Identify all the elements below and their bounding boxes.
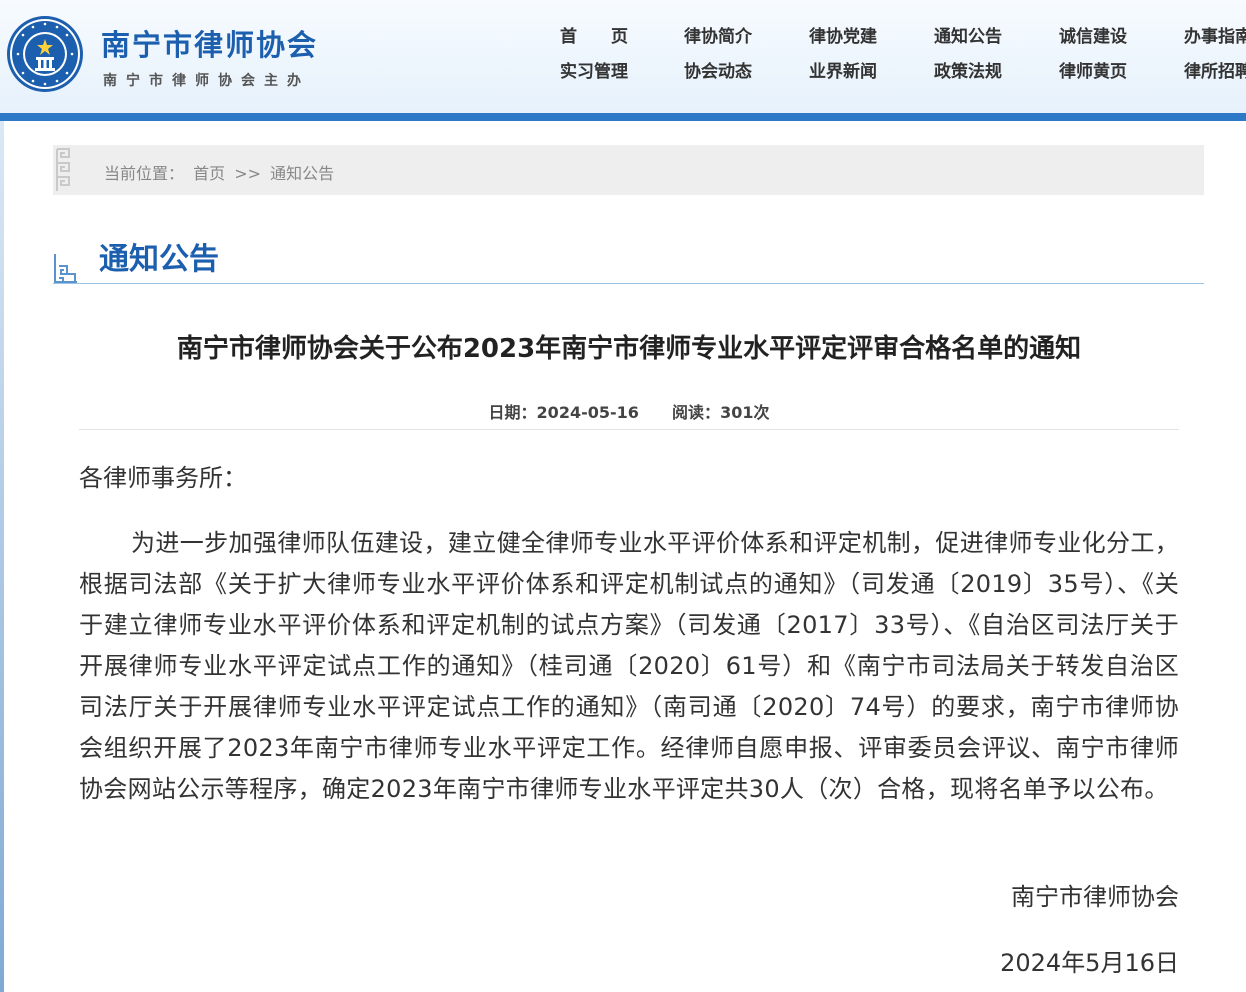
article-signature: 南宁市律师协会 xyxy=(1011,883,1179,911)
nav-internship[interactable]: 实习管理 xyxy=(560,57,628,82)
date-label: 日期： xyxy=(488,403,537,422)
nav-lawyer-directory[interactable]: 律师黄页 xyxy=(1059,57,1127,82)
association-seal-logo[interactable] xyxy=(6,15,84,93)
nav-association-news[interactable]: 协会动态 xyxy=(684,57,752,82)
article-salutation: 各律师事务所： xyxy=(79,464,247,492)
nav-policies[interactable]: 政策法规 xyxy=(934,57,1002,82)
section-divider xyxy=(53,283,1204,284)
article-sign-date: 2024年5月16日 xyxy=(1000,949,1179,977)
nav-notices[interactable]: 通知公告 xyxy=(934,22,1002,47)
main-nav-row-1: 首 页 律协简介 律协党建 通知公告 诚信建设 办事指南 xyxy=(560,22,1246,47)
nav-industry-news[interactable]: 业界新闻 xyxy=(809,57,877,82)
nav-about[interactable]: 律协简介 xyxy=(684,22,752,47)
publish-date: 2024-05-16 xyxy=(536,403,639,422)
breadcrumb-home-link[interactable]: 首页 xyxy=(193,164,225,183)
section-ornament-icon xyxy=(54,254,77,283)
header-accent-bar xyxy=(0,113,1246,121)
nav-service-guide[interactable]: 办事指南 xyxy=(1184,22,1246,47)
site-title[interactable]: 南宁市律师协会 xyxy=(101,22,318,64)
nav-integrity[interactable]: 诚信建设 xyxy=(1059,22,1127,47)
breadcrumb-prefix: 当前位置： xyxy=(104,164,185,183)
site-header: 南宁市律师协会 南宁市律师协会主办 首 页 律协简介 律协党建 通知公告 诚信建… xyxy=(0,0,1246,113)
nav-recruitment[interactable]: 律所招聘 xyxy=(1184,57,1246,82)
article-body: 为进一步加强律师队伍建设，建立健全律师专业水平评价体系和评定机制，促进律师专业化… xyxy=(79,529,1179,803)
section-title: 通知公告 xyxy=(99,242,219,277)
article-title: 南宁市律师协会关于公布2023年南宁市律师专业水平评定评审合格名单的通知 xyxy=(176,334,1082,364)
main-nav-row-2: 实习管理 协会动态 业界新闻 政策法规 律师黄页 律所招聘 xyxy=(560,57,1246,82)
view-count: 301次 xyxy=(720,403,770,422)
greek-key-ornament-icon xyxy=(56,148,70,191)
breadcrumb: 当前位置： 首页 >> 通知公告 xyxy=(104,160,338,184)
nav-home[interactable]: 首 页 xyxy=(560,22,628,47)
article-meta: 日期：2024-05-16 阅读：301次 xyxy=(79,399,1179,423)
views-label: 阅读： xyxy=(672,403,721,422)
breadcrumb-current[interactable]: 通知公告 xyxy=(270,164,334,183)
breadcrumb-separator: >> xyxy=(234,164,262,183)
site-subtitle: 南宁市律师协会主办 xyxy=(103,73,310,89)
meta-divider xyxy=(79,429,1179,430)
nav-party-building[interactable]: 律协党建 xyxy=(809,22,877,47)
